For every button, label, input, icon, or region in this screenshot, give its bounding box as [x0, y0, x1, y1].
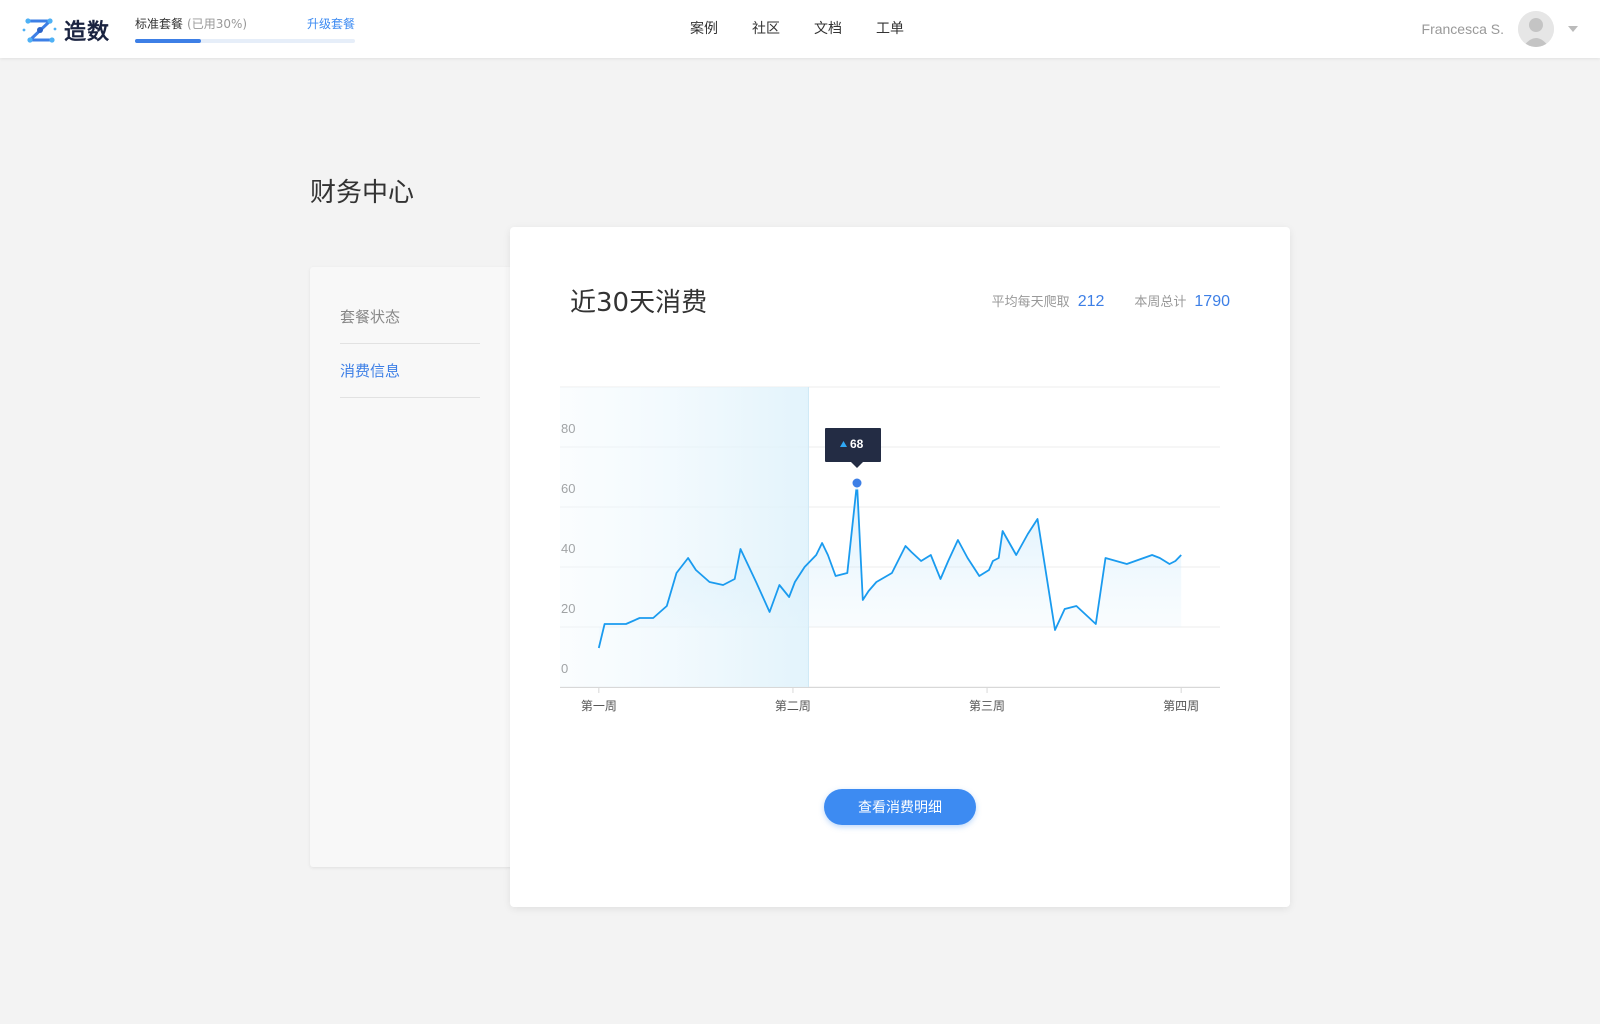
logo-icon	[22, 18, 57, 43]
sidebar-item-plan-status[interactable]: 套餐状态	[340, 290, 480, 344]
stats-summary: 平均每天爬取 212 本周总计 1790	[992, 291, 1230, 311]
plan-usage: (已用30%)	[187, 17, 248, 31]
sidebar-item-consumption-info[interactable]: 消费信息	[340, 344, 480, 398]
view-consumption-details-button[interactable]: 查看消费明细	[824, 789, 976, 825]
nav-item-cases[interactable]: 案例	[690, 19, 718, 39]
plan-name: 标准套餐	[135, 17, 184, 31]
user-name: Francesca S.	[1421, 21, 1504, 37]
consumption-card: 近30天消费 平均每天爬取 212 本周总计 1790 020406080 第一…	[510, 227, 1290, 907]
user-menu[interactable]: Francesca S.	[1422, 11, 1578, 47]
stat-label-daily-average: 平均每天爬取	[991, 295, 1070, 310]
x-tick-label: 第一周	[581, 699, 617, 713]
nav-item-docs[interactable]: 文档	[814, 19, 842, 39]
plan-usage-bar-fill	[135, 39, 201, 43]
chevron-down-icon[interactable]	[1568, 26, 1578, 32]
x-tick-label: 第二周	[775, 699, 811, 713]
user-avatar-icon	[1518, 11, 1554, 47]
tooltip-value: 68	[850, 437, 864, 451]
plan-status: 标准套餐 (已用30%) 升级套餐	[135, 16, 355, 43]
highlight-point	[852, 478, 862, 488]
consumption-chart: 020406080 第一周第二周第三周第四周 68	[560, 386, 1220, 713]
upgrade-plan-link[interactable]: 升级套餐	[307, 16, 355, 32]
nav-item-community[interactable]: 社区	[752, 19, 780, 39]
page-title: 财务中心	[310, 178, 415, 208]
stat-value-week-total: 1790	[1194, 293, 1230, 310]
x-tick-label: 第四周	[1163, 699, 1199, 713]
plan-usage-bar	[135, 39, 355, 43]
tooltip-pointer	[851, 462, 863, 468]
stat-value-daily-average: 212	[1077, 293, 1105, 310]
x-tick-label: 第三周	[969, 699, 1005, 713]
logo[interactable]: 造数	[22, 12, 110, 48]
avatar[interactable]	[1518, 11, 1554, 47]
highlight-band	[560, 387, 809, 687]
main-nav: 案例 社区 文档 工单	[690, 19, 938, 39]
logo-text: 造数	[64, 20, 111, 45]
stat-label-week-total: 本周总计	[1134, 295, 1187, 310]
card-title: 近30天消费	[570, 288, 708, 318]
top-navbar: 造数 标准套餐 (已用30%) 升级套餐 案例 社区 文档 工单 Francesc…	[0, 0, 1600, 58]
nav-item-tickets[interactable]: 工单	[876, 19, 904, 39]
